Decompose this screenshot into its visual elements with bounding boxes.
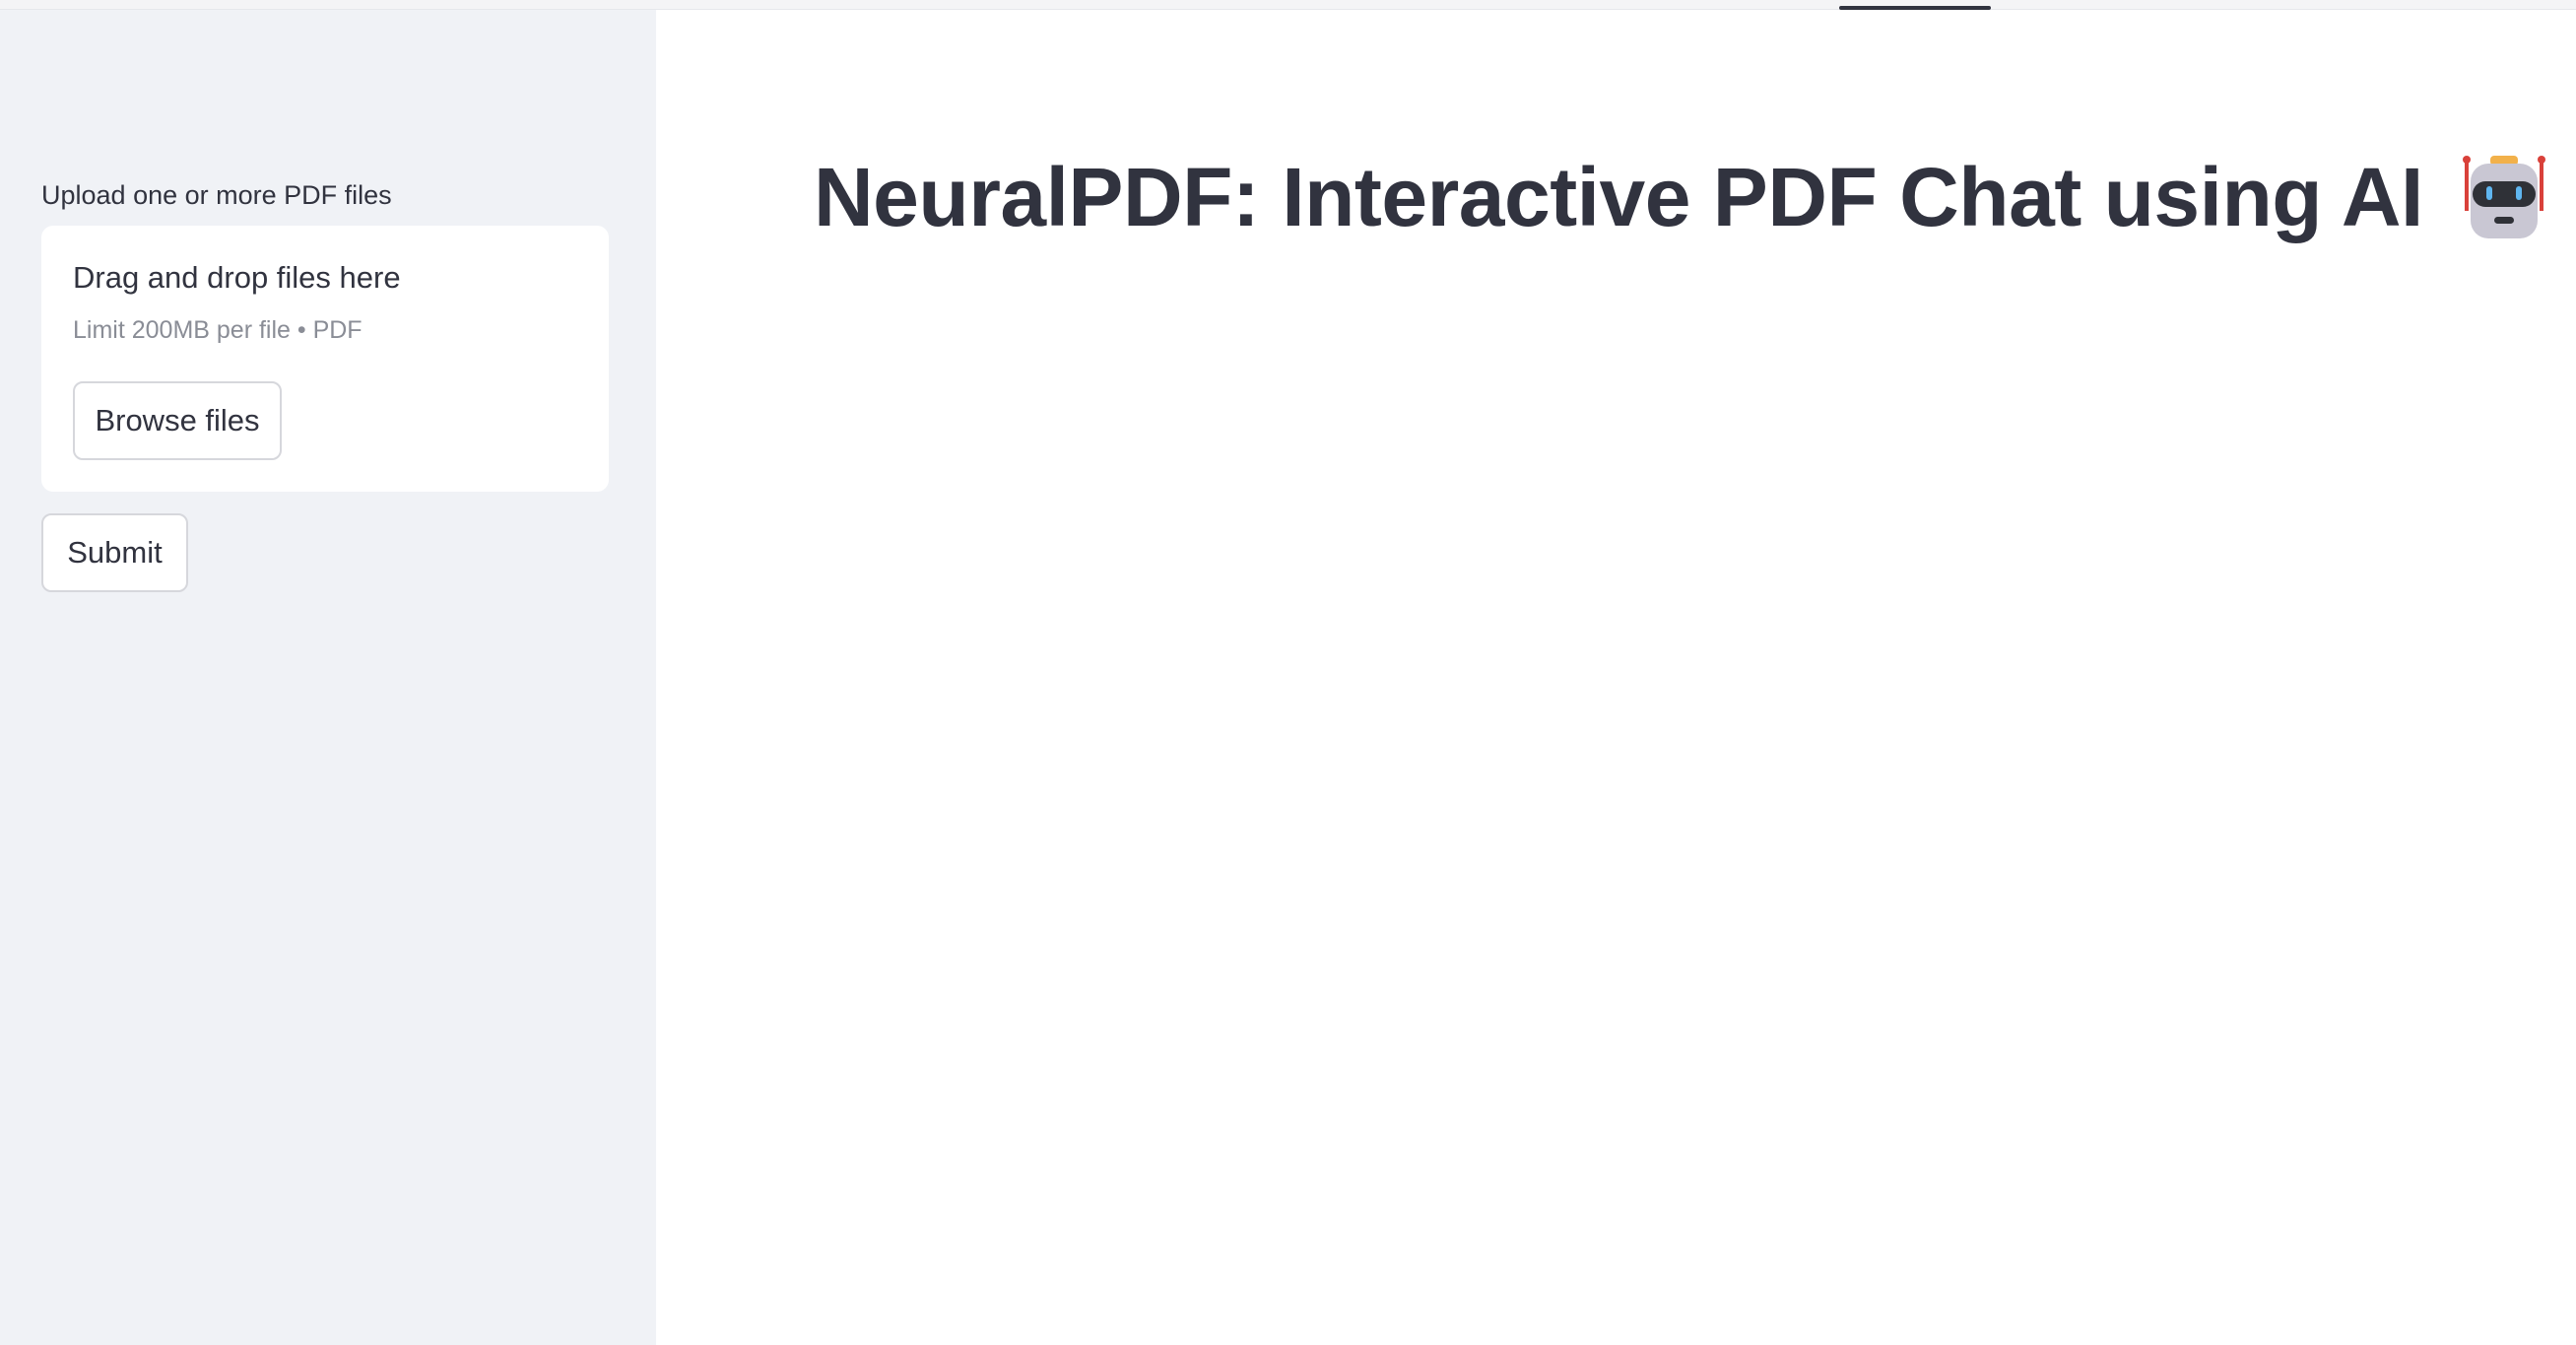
page-title: NeuralPDF: Interactive PDF Chat using AI	[814, 151, 2423, 243]
file-dropzone[interactable]: Drag and drop files here Limit 200MB per…	[41, 226, 609, 492]
sidebar: Upload one or more PDF files Drag and dr…	[0, 10, 656, 1345]
dropzone-limit: Limit 200MB per file • PDF	[73, 316, 363, 344]
upload-label: Upload one or more PDF files	[41, 180, 392, 210]
top-loading-bar	[0, 0, 2576, 10]
app-window: Upload one or more PDF files Drag and dr…	[0, 0, 2576, 1345]
robot-icon	[2462, 156, 2545, 238]
title-row: NeuralPDF: Interactive PDF Chat using AI	[814, 148, 2549, 246]
submit-button[interactable]: Submit	[41, 513, 188, 592]
dropzone-title: Drag and drop files here	[73, 260, 401, 295]
main-content: NeuralPDF: Interactive PDF Chat using AI	[656, 10, 2576, 1345]
browse-files-button[interactable]: Browse files	[73, 381, 282, 460]
